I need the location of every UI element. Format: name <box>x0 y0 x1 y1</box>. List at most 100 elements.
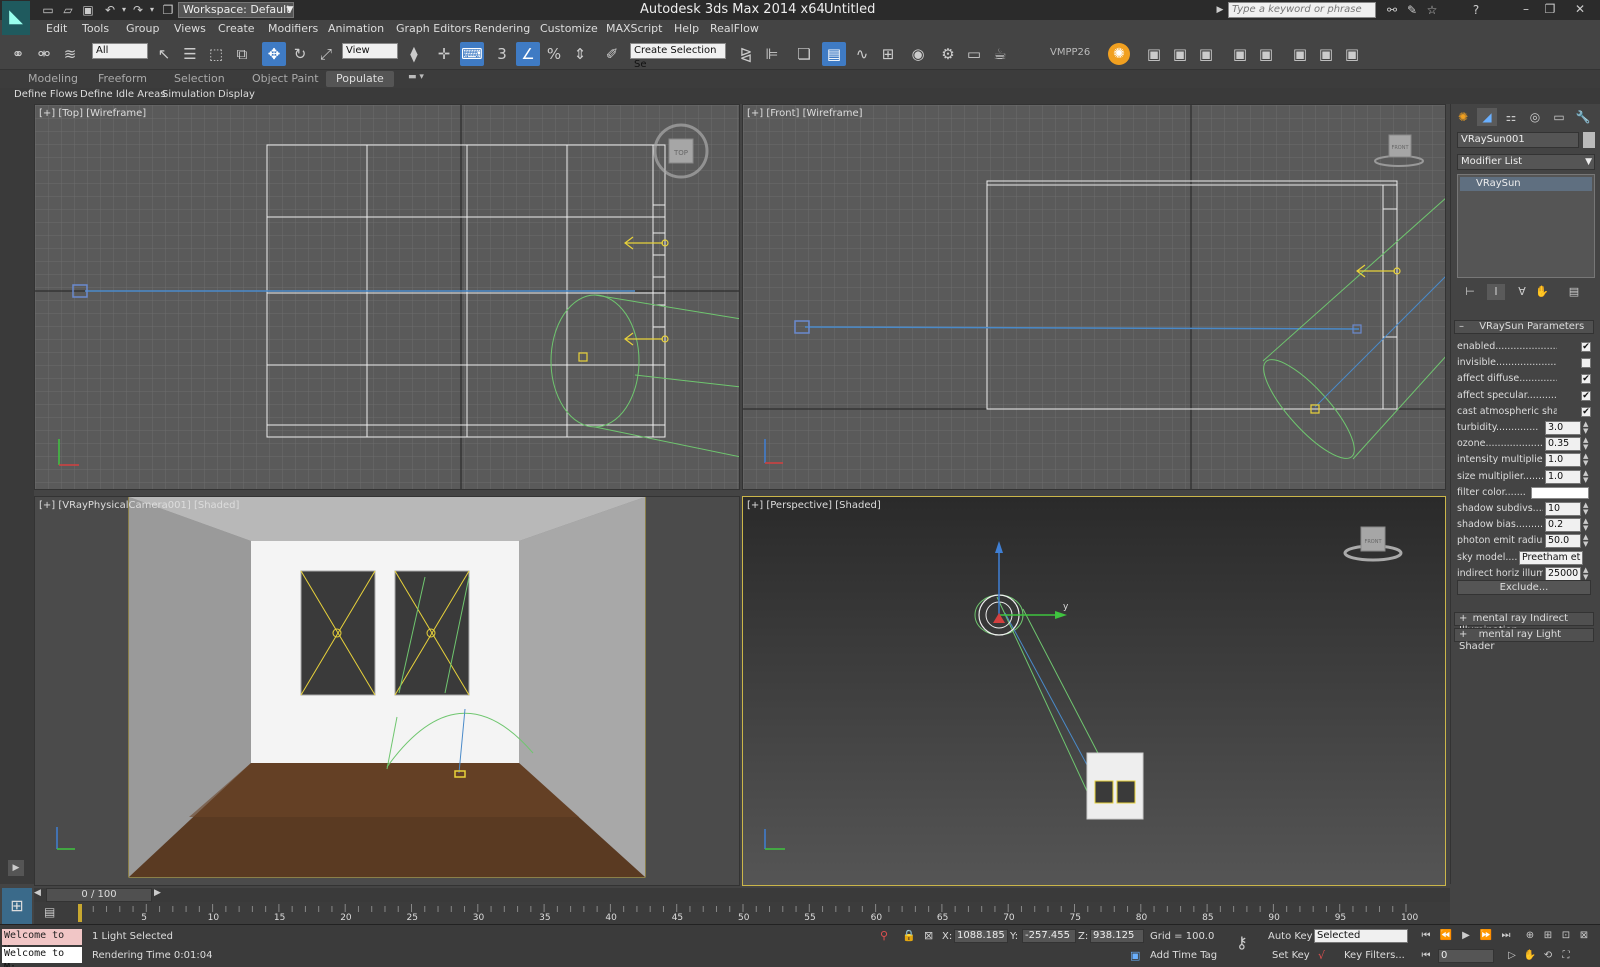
object-color-swatch[interactable] <box>1583 132 1595 148</box>
search-expand-icon[interactable]: ▶ <box>1212 2 1228 18</box>
mirror-icon[interactable]: ⧎ <box>734 42 758 66</box>
close-icon[interactable]: ✕ <box>1570 1 1590 17</box>
param-spinner[interactable]: 10 <box>1545 502 1581 516</box>
param-spinner[interactable]: 1.0 <box>1545 469 1581 484</box>
rectangular-selection-icon[interactable]: ⬚ <box>204 42 228 66</box>
key-mode-dropdown[interactable]: Selected <box>1314 929 1408 943</box>
plugin-tool-3-icon[interactable]: ▣ <box>1194 42 1218 66</box>
top-viewport-canvas[interactable]: TOP <box>35 105 740 490</box>
spinner-arrows-icon[interactable]: ▲ ▼ <box>1583 534 1588 548</box>
prev-frame-icon[interactable]: ◀ <box>34 888 44 898</box>
remove-modifier-icon[interactable]: ✋ <box>1533 284 1551 300</box>
save-file-icon[interactable]: ▣ <box>80 2 96 18</box>
spinner-arrows-icon[interactable]: ▲ ▼ <box>1583 566 1588 581</box>
rollout-mr-indirect[interactable]: + mental ray Indirect Illumination <box>1454 612 1594 636</box>
menu-tools[interactable]: Tools <box>82 22 109 35</box>
play-icon[interactable]: ▶ <box>1458 929 1474 943</box>
spinner-arrows-icon[interactable]: ▲ ▼ <box>1583 518 1588 532</box>
plugin-tool-2-icon[interactable]: ▣ <box>1168 42 1192 66</box>
select-manipulate-icon[interactable]: ✛ <box>432 42 456 66</box>
param-spinner[interactable]: 25000 <box>1545 566 1581 581</box>
viewcube-front[interactable]: FRONT <box>1391 145 1409 151</box>
param-checkbox[interactable]: ✔ <box>1581 342 1591 352</box>
param-spinner[interactable]: 3.0 <box>1545 421 1581 435</box>
edit-named-sel-icon[interactable]: ✐ <box>600 42 624 66</box>
pan-icon[interactable]: ✋ <box>1522 949 1538 963</box>
track-bar[interactable]: ▤ 5 10 15 20 25 30 35 40 45 50 55 60 65 70 75 80 85 90 95 1… <box>34 902 1450 924</box>
define-idle-areas-button[interactable]: Define Idle Areas <box>80 89 165 100</box>
menu-realflow[interactable]: RealFlow <box>710 22 759 35</box>
plugin-tool-1-icon[interactable]: ▣ <box>1142 42 1166 66</box>
create-tab-icon[interactable]: ✺ <box>1453 108 1473 126</box>
viewport-label-camera[interactable]: [+] [VRayPhysicalCamera001] [Shaded] <box>39 500 239 511</box>
binoculars-icon[interactable]: ⚯ <box>1384 2 1400 18</box>
show-end-result-icon[interactable]: Ⅰ <box>1487 284 1505 300</box>
key-filters-button[interactable]: Key Filters... <box>1344 950 1405 961</box>
reference-coordinate-dropdown[interactable]: View <box>342 43 398 59</box>
tab-modeling[interactable]: Modeling <box>28 72 78 85</box>
isolate-icon[interactable]: ⚲ <box>880 929 888 942</box>
add-time-tag-button[interactable]: Add Time Tag <box>1150 950 1217 961</box>
simulation-button[interactable]: Simulation <box>162 89 215 100</box>
z-coordinate-field[interactable]: 938.125 <box>1090 929 1144 943</box>
make-unique-icon[interactable]: ∀ <box>1513 284 1531 300</box>
viewport-perspective[interactable]: y FRONT [+] [Perspective] [Shaded] <box>742 496 1446 886</box>
plugin-tool-4-icon[interactable]: ▣ <box>1228 42 1252 66</box>
align-icon[interactable]: ⊫ <box>760 42 784 66</box>
maxscript-listener[interactable]: Welcome to M: <box>2 929 82 955</box>
keyboard-shortcut-icon[interactable]: ⌨ <box>460 42 484 66</box>
modify-tab-icon[interactable]: ◢ <box>1477 108 1497 126</box>
motion-tab-icon[interactable]: ◎ <box>1525 108 1545 126</box>
spinner-arrows-icon[interactable]: ▲ ▼ <box>1583 502 1588 516</box>
front-viewport-canvas[interactable]: FRONT <box>743 105 1446 490</box>
field-of-view-icon[interactable]: ▷ <box>1504 949 1520 963</box>
plugin-tool-5-icon[interactable]: ▣ <box>1254 42 1278 66</box>
rollout-vraysun-parameters[interactable]: – VRaySun Parameters <box>1454 320 1594 334</box>
auto-key-button[interactable]: Auto Key <box>1268 931 1313 942</box>
app-logo-icon[interactable]: ◣ <box>2 1 30 35</box>
define-flows-button[interactable]: Define Flows <box>14 89 78 100</box>
menu-group[interactable]: Group <box>126 22 160 35</box>
utilities-tab-icon[interactable]: 🔧 <box>1573 108 1593 126</box>
ribbon-options-icon[interactable]: ▬ ▾ <box>408 72 424 82</box>
layer-manager-icon[interactable]: ❏ <box>792 42 816 66</box>
menu-animation[interactable]: Animation <box>328 22 384 35</box>
window-crossing-icon[interactable]: ⧉ <box>230 42 254 66</box>
x-coordinate-field[interactable]: 1088.185 <box>954 929 1008 943</box>
named-selection-dropdown[interactable]: Create Selection Se <box>630 43 726 70</box>
modifier-stack[interactable]: VRaySun <box>1457 174 1595 278</box>
time-tag-icon[interactable]: ▣ <box>1130 949 1140 962</box>
go-to-start-icon[interactable]: ⏮ <box>1418 929 1434 943</box>
new-file-icon[interactable]: ▭ <box>40 2 56 18</box>
param-checkbox[interactable] <box>1581 358 1591 369</box>
filter-color-swatch[interactable] <box>1531 486 1589 499</box>
viewport-label-front[interactable]: [+] [Front] [Wireframe] <box>747 108 863 119</box>
plugin-tool-8-icon[interactable]: ▣ <box>1340 42 1364 66</box>
menu-rendering[interactable]: Rendering <box>474 22 530 35</box>
param-spinner[interactable]: 50.0 <box>1545 534 1581 549</box>
snap-toggle-icon[interactable]: 3 <box>490 42 514 66</box>
viewcube-top[interactable]: TOP <box>673 149 688 157</box>
y-coordinate-field[interactable]: -257.455 <box>1022 929 1076 943</box>
zoom-icon[interactable]: ⊕ <box>1522 929 1538 943</box>
rendered-frame-icon[interactable]: ▭ <box>962 42 986 66</box>
orbit-icon[interactable]: ⟲ <box>1540 949 1556 963</box>
menu-views[interactable]: Views <box>174 22 206 35</box>
menu-modifiers[interactable]: Modifiers <box>268 22 318 35</box>
viewport-camera[interactable]: [+] [VRayPhysicalCamera001] [Shaded] <box>34 496 740 886</box>
modifier-list-dropdown[interactable]: Modifier List ▼ <box>1457 154 1595 170</box>
display-button[interactable]: Display <box>218 89 255 100</box>
rollout-mr-shader[interactable]: + mental ray Light Shader <box>1454 628 1594 652</box>
spinner-snap-icon[interactable]: ⇕ <box>568 42 592 66</box>
bind-space-warp-icon[interactable]: ≋ <box>58 42 82 66</box>
redo-dropdown-icon[interactable]: ▾ <box>144 2 160 18</box>
param-spinner[interactable]: 0.35 <box>1545 437 1581 452</box>
spinner-arrows-icon[interactable]: ▲ ▼ <box>1583 453 1588 467</box>
unlink-icon[interactable]: ⚮ <box>32 42 56 66</box>
zoom-extents-all-icon[interactable]: ⊠ <box>1576 929 1592 943</box>
viewport-front[interactable]: FRONT [+] [Front] [Wireframe] <box>742 104 1446 490</box>
key-tangent-icon[interactable]: √ <box>1318 949 1325 962</box>
set-key-button[interactable]: Set Key <box>1272 950 1310 961</box>
time-slider[interactable]: ◀ 0 / 100 ▶ <box>34 888 1450 902</box>
tools-icon[interactable]: ✎ <box>1404 2 1420 18</box>
